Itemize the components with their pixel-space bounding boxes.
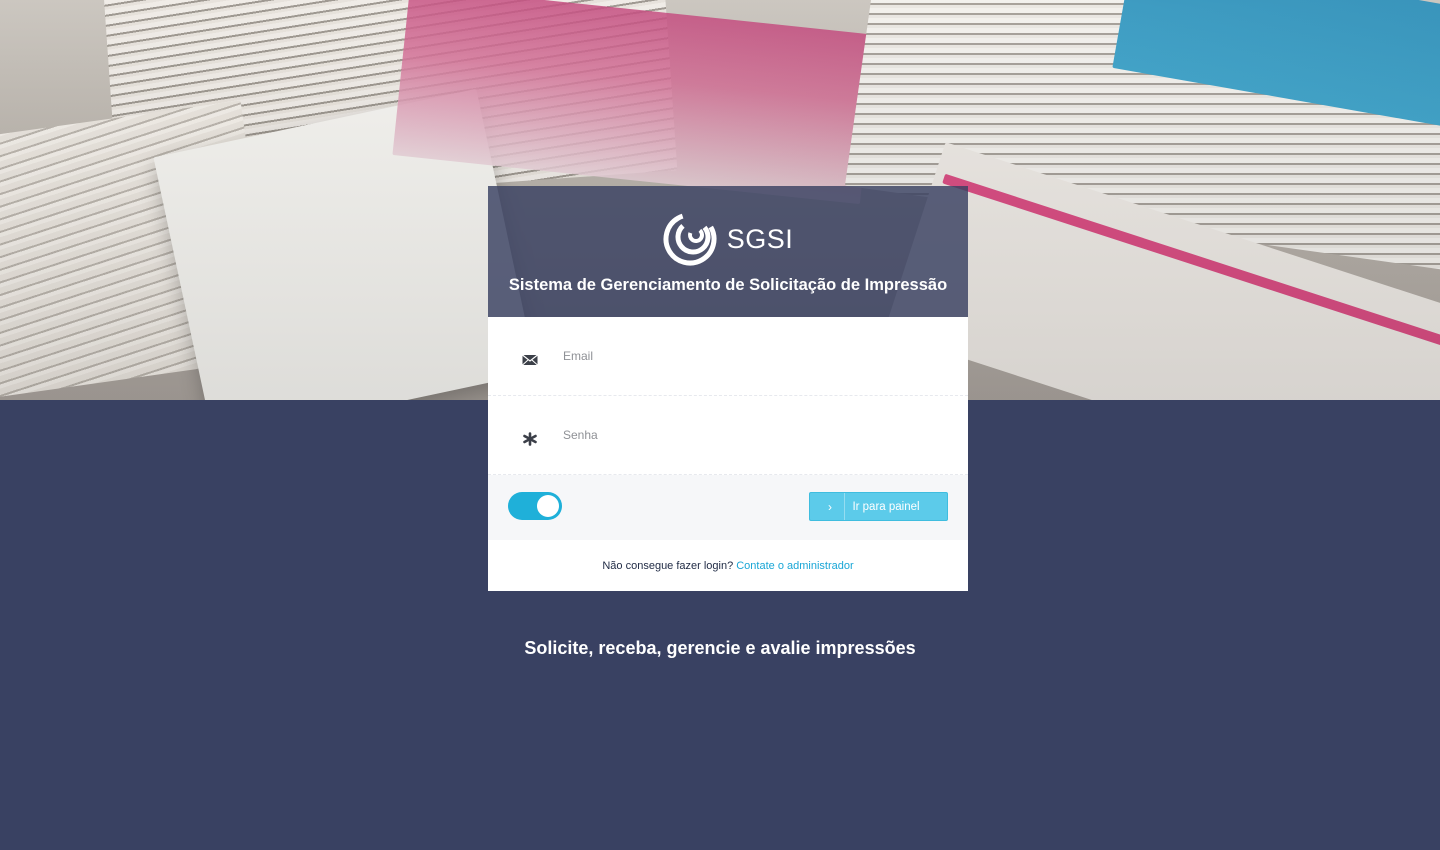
envelope-icon bbox=[522, 354, 538, 366]
help-question: Não consegue fazer login? bbox=[602, 559, 734, 572]
asterisk-icon bbox=[523, 432, 537, 446]
password-field-row bbox=[488, 396, 968, 475]
email-field-row bbox=[488, 317, 968, 396]
login-actions: › Ir para painel bbox=[488, 475, 968, 540]
toggle-knob bbox=[537, 495, 559, 517]
logo-text: SGSI bbox=[726, 223, 794, 254]
chevron-right-icon: › bbox=[816, 493, 845, 520]
login-card: SGSI Sistema de Gerenciamento de Solicit… bbox=[488, 186, 968, 591]
email-input[interactable] bbox=[561, 339, 945, 373]
contact-admin-link[interactable]: Contate o administrador bbox=[736, 560, 853, 572]
brand-logo: SGSI bbox=[488, 212, 968, 266]
remember-me-toggle[interactable] bbox=[508, 492, 562, 520]
go-to-dashboard-button[interactable]: › Ir para painel bbox=[809, 492, 948, 521]
login-card-header: SGSI Sistema de Gerenciamento de Solicit… bbox=[488, 186, 968, 317]
system-name: Sistema de Gerenciamento de Solicitação … bbox=[508, 276, 948, 294]
login-help: Não consegue fazer login? Contate o admi… bbox=[488, 540, 968, 591]
sgsi-logo-icon bbox=[663, 212, 717, 266]
tagline: Solicite, receba, gerencie e avalie impr… bbox=[524, 638, 916, 658]
go-to-dashboard-label: Ir para painel bbox=[852, 500, 920, 513]
password-input[interactable] bbox=[561, 418, 945, 452]
